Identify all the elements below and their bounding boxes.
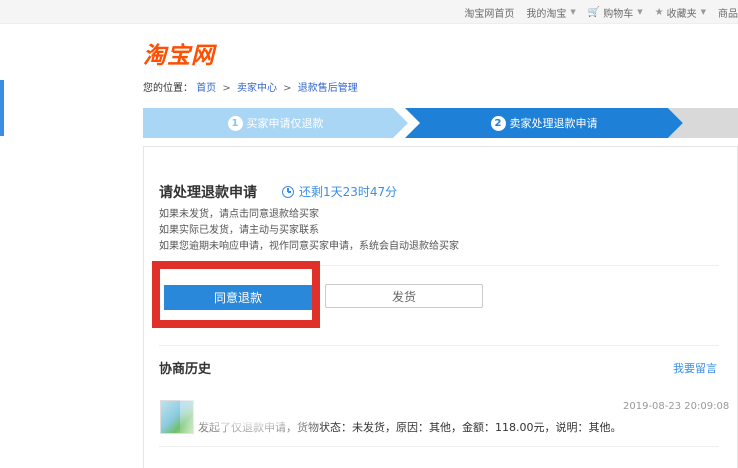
- instruction-line: 如果未发货，请点击同意退款给买家: [159, 209, 319, 220]
- breadcrumb-refund-management[interactable]: 退款售后管理: [298, 83, 358, 94]
- request-title: 请处理退款申请: [159, 185, 257, 201]
- blur-overlay: [180, 380, 320, 436]
- breadcrumb: 您的位置： 首页 > 卖家中心 > 退款售后管理: [143, 79, 358, 94]
- leave-message-link[interactable]: 我要留言: [673, 360, 717, 376]
- breadcrumb-separator: >: [283, 83, 292, 94]
- more-link[interactable]: 商品: [718, 5, 738, 20]
- star-icon: ★: [654, 6, 664, 18]
- divider: [159, 446, 719, 447]
- breadcrumb-seller-center[interactable]: 卖家中心: [237, 83, 277, 94]
- step-label: 卖家处理退款申请: [509, 117, 598, 130]
- taobao-home-link[interactable]: 淘宝网首页: [464, 5, 514, 20]
- ship-button[interactable]: 发货: [325, 284, 483, 308]
- clock-icon: [282, 185, 294, 198]
- instruction-line: 如果您逾期未响应申请，视作同意买家申请，系统会自动退款给买家: [159, 241, 459, 252]
- history-timestamp: 2019-08-23 20:09:08: [623, 401, 730, 412]
- divider: [159, 345, 719, 346]
- instructions: 如果未发货，请点击同意退款给买家 如果实际已发货，请主动与买家联系 如果您逾期未…: [159, 207, 459, 255]
- top-nav-links: 淘宝网首页 我的淘宝 ▼ 🛒 购物车 ▼ ★ 收藏夹 ▼ 商品: [452, 0, 738, 24]
- side-tab[interactable]: [0, 80, 4, 136]
- cart-link[interactable]: 🛒 购物车 ▼: [588, 5, 643, 20]
- chevron-down-icon: ▼: [570, 8, 576, 16]
- chevron-down-icon: ▼: [637, 8, 643, 16]
- breadcrumb-separator: >: [222, 83, 231, 94]
- step-seller-process: 2 卖家处理退款申请: [405, 108, 683, 138]
- cart-icon: 🛒: [587, 6, 601, 18]
- step-number: 1: [227, 115, 243, 131]
- my-taobao-link[interactable]: 我的淘宝 ▼: [526, 5, 575, 20]
- progress-steps: 1 买家申请仅退款 2 卖家处理退款申请: [143, 108, 738, 138]
- history-title: 协商历史: [159, 362, 212, 377]
- breadcrumb-home[interactable]: 首页: [196, 83, 216, 94]
- agree-refund-button[interactable]: 同意退款: [164, 285, 312, 310]
- instruction-line: 如果实际已发货，请主动与买家联系: [159, 225, 319, 236]
- favorites-link[interactable]: ★ 收藏夹 ▼: [655, 5, 706, 20]
- top-nav: 淘宝网首页 我的淘宝 ▼ 🛒 购物车 ▼ ★ 收藏夹 ▼ 商品: [0, 0, 738, 24]
- step-label: 买家申请仅退款: [246, 117, 324, 130]
- countdown-text: 还剩1天23时47分: [299, 185, 398, 199]
- countdown: 还剩1天23时47分: [282, 183, 397, 200]
- breadcrumb-prefix: 您的位置：: [143, 83, 193, 94]
- chevron-down-icon: ▼: [700, 8, 706, 16]
- step-buyer-request: 1 买家申请仅退款: [143, 108, 408, 138]
- taobao-logo[interactable]: 淘宝网: [143, 36, 215, 70]
- step-number: 2: [490, 115, 506, 131]
